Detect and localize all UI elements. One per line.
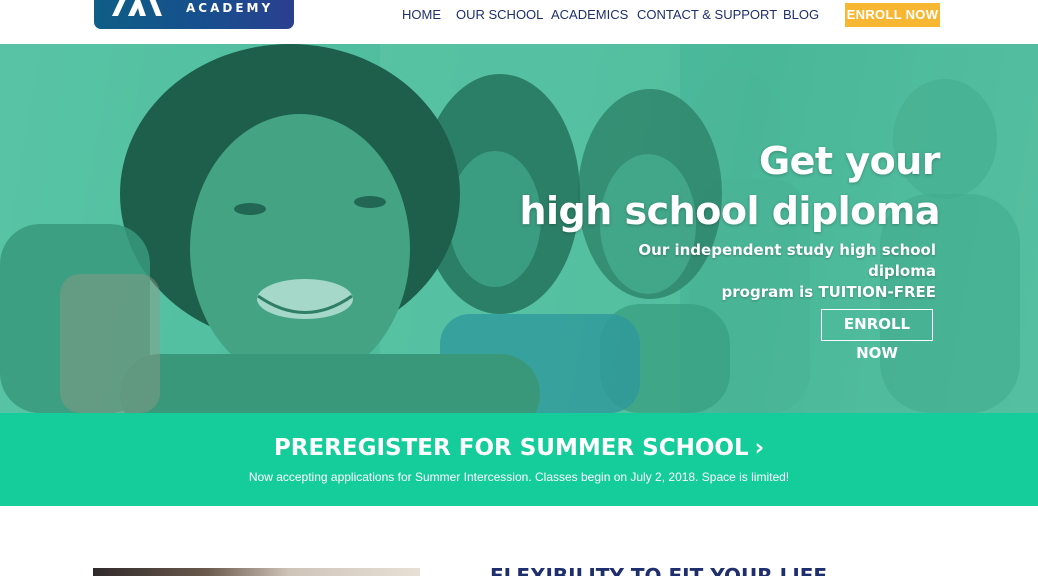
site-header: ACADEMY HOME OUR SCHOOL ACADEMICS CONTAC… — [0, 0, 1038, 44]
summer-school-banner[interactable]: PREREGISTER FOR SUMMER SCHOOL › Now accep… — [0, 413, 1038, 506]
nav-contact-support[interactable]: CONTACT & SUPPORT — [637, 7, 777, 22]
banner-title-text: PREREGISTER FOR SUMMER SCHOOL — [273, 435, 749, 461]
hero-banner: Get your high school diploma Our indepen… — [0, 44, 1038, 413]
section-image — [93, 568, 420, 576]
chevron-right-icon: › — [754, 435, 765, 461]
nav-our-school[interactable]: OUR SCHOOL — [456, 7, 543, 22]
hero-enroll-button[interactable]: ENROLL NOW — [821, 309, 933, 362]
hero-subtitle: Our independent study high school diplom… — [576, 240, 936, 303]
hero-title-line-2: high school diploma — [519, 189, 940, 233]
nav-blog[interactable]: BLOG — [783, 7, 819, 22]
enroll-now-button[interactable]: ENROLL NOW — [845, 3, 940, 27]
hero-subtitle-line-1: Our independent study high school diplom… — [638, 241, 936, 280]
nav-home[interactable]: HOME — [402, 7, 441, 22]
site-logo[interactable]: ACADEMY — [94, 0, 294, 29]
hero-subtitle-line-2: program is TUITION-FREE — [721, 283, 936, 301]
nav-academics[interactable]: ACADEMICS — [551, 7, 628, 22]
banner-title[interactable]: PREREGISTER FOR SUMMER SCHOOL › — [0, 435, 1038, 461]
section-heading: FLEXIBILITY TO FIT YOUR LIFE — [490, 566, 827, 576]
hero-title: Get your high school diploma — [519, 136, 940, 236]
hero-title-line-1: Get your — [758, 139, 941, 183]
logo-mark-icon — [112, 0, 162, 16]
logo-text: ACADEMY — [186, 1, 274, 15]
banner-description: Now accepting applications for Summer In… — [248, 470, 790, 484]
